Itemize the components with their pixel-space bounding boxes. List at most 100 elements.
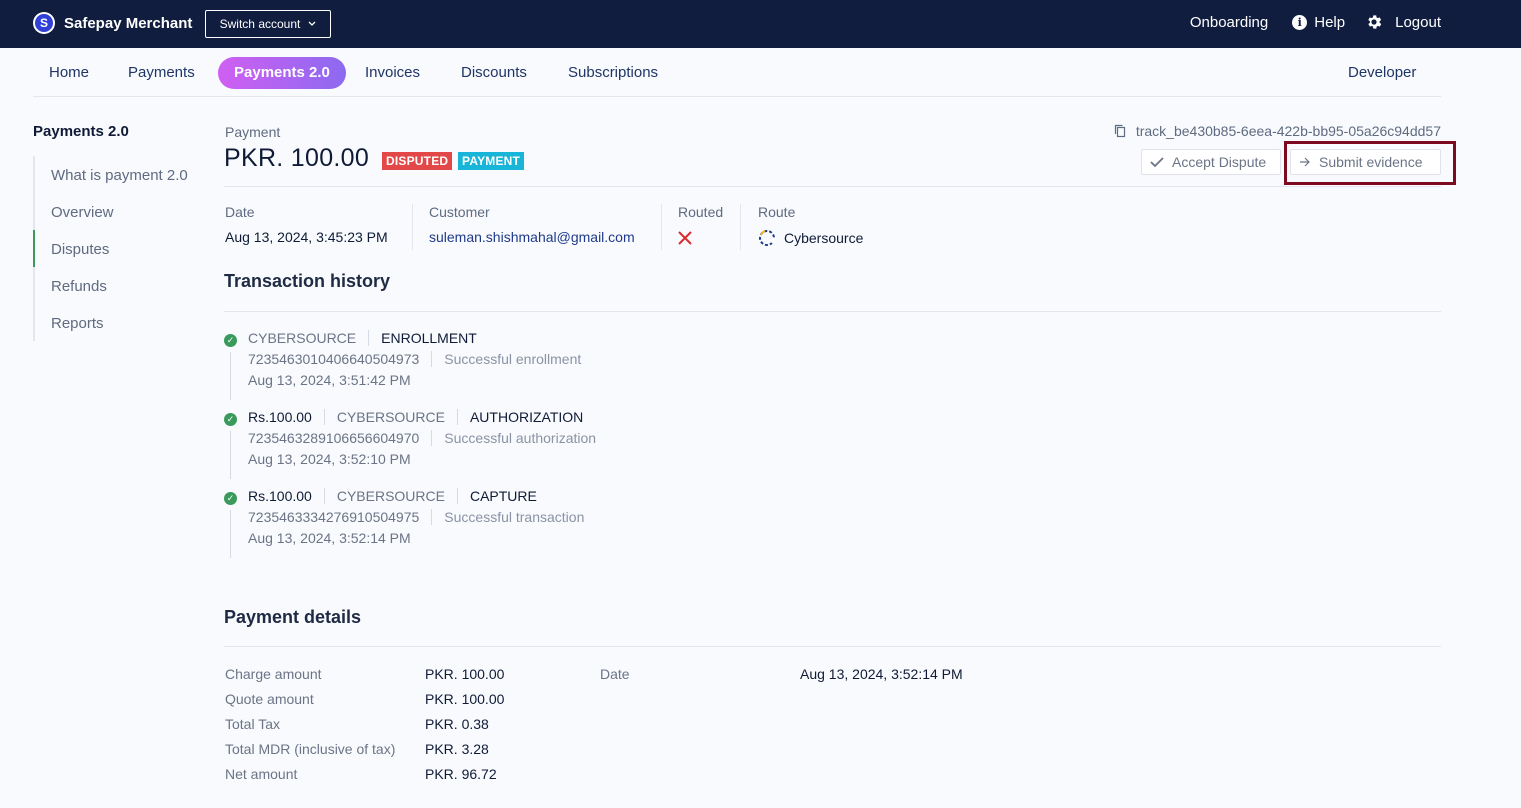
tx-header: Rs.100.00 CYBERSOURCE AUTHORIZATION (248, 409, 583, 425)
tx-type: CAPTURE (469, 488, 537, 504)
meta-separator (740, 204, 741, 250)
tab-subscriptions[interactable]: Subscriptions (552, 57, 674, 89)
detail-value: PKR. 96.72 (425, 766, 497, 782)
tab-payments[interactable]: Payments (112, 57, 211, 89)
x-icon (678, 231, 692, 245)
meta-separator (412, 204, 413, 250)
transaction-history-title: Transaction history (224, 271, 391, 291)
timeline-line (230, 431, 231, 479)
meta-route: Route Cybersource (758, 204, 863, 247)
tx-time: Aug 13, 2024, 3:52:14 PM (248, 530, 411, 546)
detail-value: PKR. 0.38 (425, 716, 489, 732)
transaction-item: ✓ CYBERSOURCE ENROLLMENT 723546301040664… (224, 330, 924, 400)
tx-ref: 7235463289106656604970 (248, 430, 420, 446)
tx-ref: 7235463334276910504975 (248, 509, 420, 525)
timeline-line (230, 510, 231, 558)
meta-customer-label: Customer (429, 204, 490, 220)
main-nav: Home Payments Payments 2.0 Invoices Disc… (33, 57, 1441, 97)
tab-invoices[interactable]: Invoices (349, 57, 436, 89)
payment-details-title: Payment details (224, 607, 362, 627)
logout-link[interactable]: Logout (1395, 14, 1441, 31)
sidebar-active-indicator (33, 230, 35, 267)
meta-routed: Routed (678, 204, 723, 248)
settings-button[interactable] (1365, 13, 1383, 31)
detail-value: PKR. 100.00 (425, 666, 505, 682)
copy-icon[interactable] (1114, 124, 1126, 138)
payment-badge: PAYMENT (458, 152, 525, 170)
developer-link[interactable]: Developer (1332, 57, 1432, 89)
details-divider (224, 646, 1441, 647)
customer-email-link[interactable]: suleman.shishmahal@gmail.com (429, 229, 635, 245)
timeline-line (230, 352, 231, 400)
meta-date-value: Aug 13, 2024, 3:45:23 PM (225, 229, 388, 245)
meta-route-label: Route (758, 204, 796, 220)
cybersource-logo-icon (759, 230, 776, 246)
tx-amount: Rs.100.00 (248, 488, 312, 504)
route-name: Cybersource (784, 230, 864, 246)
tx-message: Successful transaction (444, 509, 585, 525)
top-bar: S Safepay Merchant Switch account Onboar… (0, 0, 1521, 48)
detail-label: Quote amount (225, 691, 314, 707)
sidebar-item-disputes[interactable]: Disputes (51, 241, 109, 258)
detail-label: Total Tax (225, 716, 280, 732)
detail-value: PKR. 100.00 (425, 691, 505, 707)
help-link[interactable]: i Help (1292, 14, 1345, 31)
detail-label: Net amount (225, 766, 298, 782)
detail-label: Total MDR (inclusive of tax) (225, 741, 396, 757)
tx-header: CYBERSOURCE ENROLLMENT (248, 330, 477, 346)
transaction-item: ✓ Rs.100.00 CYBERSOURCE AUTHORIZATION 72… (224, 409, 924, 479)
sidebar-item-reports[interactable]: Reports (51, 315, 104, 332)
submit-evidence-highlight (1284, 141, 1456, 185)
tab-home[interactable]: Home (33, 57, 105, 89)
route-value: Cybersource (758, 229, 863, 247)
tx-ref: 7235463010406640504973 (248, 351, 420, 367)
tx-provider: CYBERSOURCE (336, 488, 445, 504)
meta-routed-label: Routed (678, 204, 724, 220)
detail-label: Charge amount (225, 666, 322, 682)
accept-dispute-label: Accept Dispute (1172, 154, 1267, 170)
help-label: Help (1314, 13, 1346, 31)
detail-date-label: Date (600, 666, 630, 682)
info-icon: i (1292, 14, 1308, 30)
safepay-logo-icon: S (33, 12, 55, 34)
logo-letter: S (35, 14, 53, 32)
sidebar-menu: What is payment 2.0 Overview Disputes Re… (33, 156, 203, 341)
tx-provider: CYBERSOURCE (336, 409, 445, 425)
tx-time: Aug 13, 2024, 3:51:42 PM (248, 372, 411, 388)
detail-date-value: Aug 13, 2024, 3:52:14 PM (800, 666, 963, 682)
tx-message: Successful enrollment (444, 351, 582, 367)
meta-date: Date Aug 13, 2024, 3:45:23 PM (225, 204, 388, 245)
meta-date-label: Date (225, 204, 255, 220)
onboarding-label: Onboarding (1189, 13, 1269, 31)
tracker-id: track_be430b85-6eea-422b-bb95-05a26c94dd… (1114, 123, 1441, 139)
tx-time: Aug 13, 2024, 3:52:10 PM (248, 451, 411, 467)
tx-ref-row: 7235463289106656604970 Successful author… (248, 430, 596, 446)
tx-ref-row: 7235463010406640504973 Successful enroll… (248, 351, 581, 367)
tracker-id-text: track_be430b85-6eea-422b-bb95-05a26c94dd… (1135, 123, 1441, 139)
accept-dispute-button[interactable]: Accept Dispute (1141, 149, 1281, 175)
sidebar-item-refunds[interactable]: Refunds (51, 278, 107, 295)
payment-label: Payment (225, 124, 281, 140)
check-icon (1150, 157, 1164, 168)
history-divider (224, 311, 1441, 312)
meta-customer: Customer suleman.shishmahal@gmail.com (429, 204, 635, 245)
sidebar-item-overview[interactable]: Overview (51, 204, 114, 221)
switch-account-label: Switch account (219, 17, 301, 31)
sidebar-item-what-is-payment[interactable]: What is payment 2.0 (51, 167, 188, 184)
logout-label: Logout (1395, 13, 1441, 31)
tx-type: ENROLLMENT (381, 330, 477, 346)
transaction-item: ✓ Rs.100.00 CYBERSOURCE CAPTURE 72354633… (224, 488, 924, 558)
success-check-icon: ✓ (224, 492, 237, 505)
brand[interactable]: S Safepay Merchant (33, 12, 192, 34)
success-check-icon: ✓ (224, 413, 237, 426)
chevron-down-icon (308, 21, 316, 26)
tab-payments-2[interactable]: Payments 2.0 (218, 57, 346, 89)
switch-account-button[interactable]: Switch account (205, 10, 331, 38)
tab-discounts[interactable]: Discounts (445, 57, 543, 89)
meta-separator (661, 204, 662, 250)
payment-amount: PKR. 100.00 (224, 144, 370, 172)
header-divider (224, 186, 1441, 187)
tx-type: AUTHORIZATION (469, 409, 584, 425)
onboarding-link[interactable]: Onboarding (1190, 14, 1268, 31)
tx-amount: Rs.100.00 (248, 409, 312, 425)
